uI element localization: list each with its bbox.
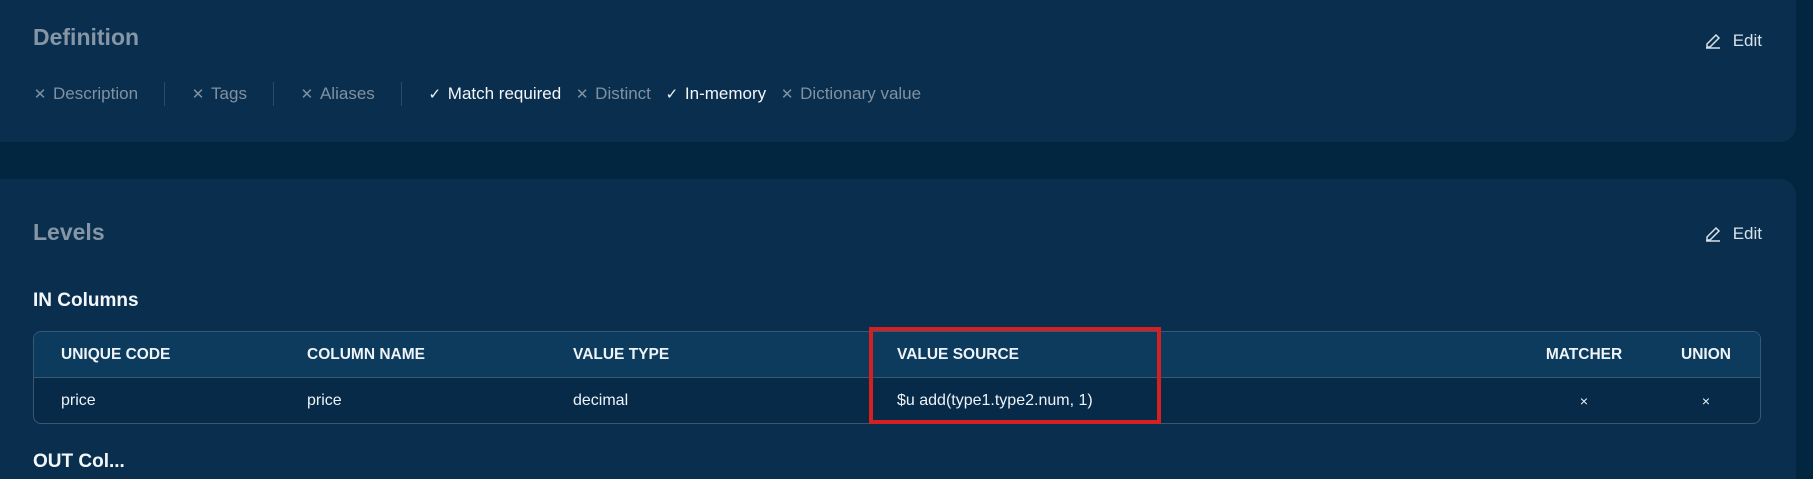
definition-edit-button[interactable]: Edit <box>1703 31 1762 51</box>
levels-edit-button[interactable]: Edit <box>1703 224 1762 244</box>
flag-label: Distinct <box>595 84 651 103</box>
pencil-icon <box>1705 33 1720 49</box>
header-matcher: MATCHER <box>1545 345 1623 363</box>
definition-edit-label: Edit <box>1732 31 1762 50</box>
flag-in-memory: ✓ In-memory <box>665 84 767 104</box>
header-union: UNION <box>1681 345 1731 363</box>
flag-match-required: ✓ Match required <box>428 84 561 104</box>
cell-column-name: price <box>307 391 342 409</box>
flag-description: ✕ Description <box>33 84 138 104</box>
x-icon: ✕ <box>575 86 589 103</box>
value-source-highlight-box <box>869 327 1161 424</box>
flag-label: In-memory <box>684 84 767 103</box>
flag-tags: ✕ Tags <box>191 84 247 104</box>
flag-label: Dictionary value <box>800 84 922 103</box>
header-unique-code: UNIQUE CODE <box>61 345 171 363</box>
flag-label: Description <box>53 84 139 103</box>
check-icon: ✓ <box>665 86 679 103</box>
check-icon: ✓ <box>428 86 442 103</box>
flag-dictionary-value: ✕ Dictionary value <box>780 84 921 104</box>
divider <box>400 82 402 106</box>
flag-distinct: ✕ Distinct <box>575 84 651 104</box>
definition-flags: ✕ Description ✕ Tags ✕ Aliases ✓ Match r… <box>33 82 921 106</box>
flag-label: Aliases <box>319 84 375 103</box>
matcher-x-icon: × <box>1579 392 1589 409</box>
cell-unique-code: price <box>61 391 96 409</box>
in-columns-heading: IN Columns <box>33 290 139 311</box>
union-x-icon: × <box>1701 392 1711 409</box>
out-columns-heading: OUT Col... <box>33 451 125 472</box>
flag-label: Tags <box>211 84 247 103</box>
pencil-icon <box>1705 226 1720 242</box>
definition-title: Definition <box>33 24 140 50</box>
cell-value-type: decimal <box>573 391 629 409</box>
x-icon: ✕ <box>191 86 205 103</box>
divider <box>164 82 166 106</box>
x-icon: ✕ <box>300 86 314 103</box>
levels-edit-label: Edit <box>1732 224 1762 243</box>
levels-title: Levels <box>33 219 105 245</box>
flag-label: Match required <box>447 84 562 103</box>
header-column-name: COLUMN NAME <box>307 345 425 363</box>
divider <box>272 82 274 106</box>
definition-card: Definition Edit ✕ Description ✕ Tags ✕ A… <box>0 0 1796 142</box>
x-icon: ✕ <box>780 86 794 103</box>
flag-aliases: ✕ Aliases <box>300 84 375 104</box>
header-value-type: VALUE TYPE <box>573 345 670 363</box>
x-icon: ✕ <box>33 86 47 103</box>
